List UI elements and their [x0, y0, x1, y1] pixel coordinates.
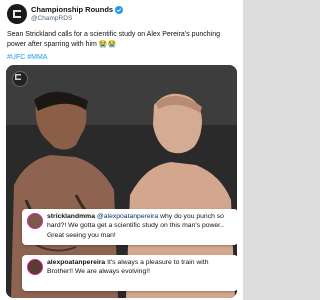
- account-name[interactable]: Championship Rounds: [31, 5, 124, 14]
- comment-pereira: alexpoatanpereira It's always a pleasure…: [22, 255, 237, 291]
- comment-strickland: stricklandmma @alexpoatanpereira why do …: [22, 209, 237, 245]
- strickland-avatar[interactable]: [27, 213, 43, 229]
- verified-badge-icon: [115, 5, 124, 14]
- comment-text: stricklandmma @alexpoatanpereira why do …: [47, 212, 233, 240]
- comment-username[interactable]: stricklandmma: [47, 213, 95, 220]
- gym-logo-icon: [15, 74, 21, 80]
- tweet-card: Championship Rounds @ChampRDS Sean Stric…: [0, 0, 243, 300]
- comment-mention[interactable]: @alexpoatanpereira: [97, 213, 158, 220]
- tweet-hashtags[interactable]: #UFC #MMA: [7, 54, 47, 61]
- pereira-avatar[interactable]: [27, 259, 43, 275]
- comment-text: alexpoatanpereira It's always a pleasure…: [47, 258, 233, 277]
- tweet-header: Championship Rounds @ChampRDS: [7, 4, 237, 26]
- tweet-media[interactable]: stricklandmma @alexpoatanpereira why do …: [6, 65, 237, 298]
- account-handle[interactable]: @ChampRDS: [31, 15, 72, 22]
- account-avatar[interactable]: [7, 4, 27, 24]
- gym-logo: [12, 71, 28, 87]
- championship-rounds-logo-icon: [13, 10, 21, 18]
- comment-username[interactable]: alexpoatanpereira: [47, 259, 105, 266]
- tweet-text: Sean Strickland calls for a scientific s…: [7, 31, 221, 48]
- account-name-text[interactable]: Championship Rounds: [31, 5, 113, 14]
